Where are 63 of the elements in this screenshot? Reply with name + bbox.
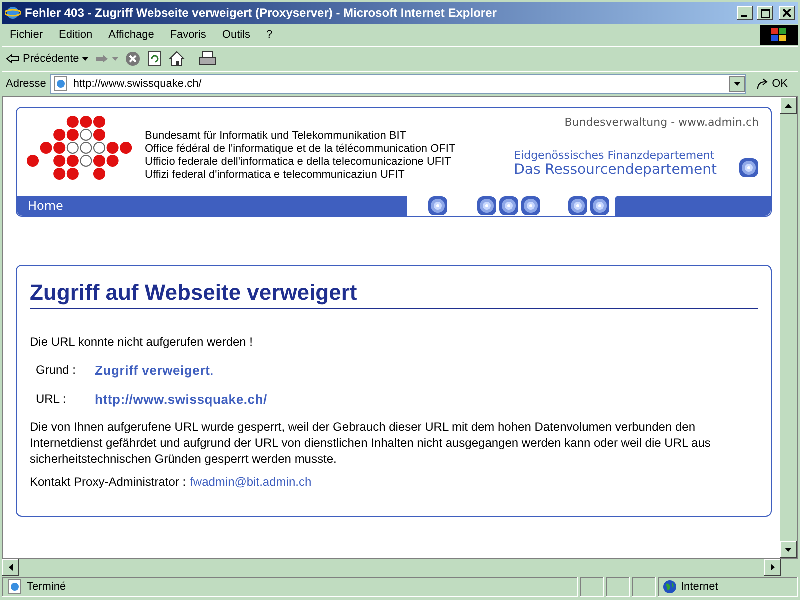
scroll-right-icon bbox=[770, 564, 774, 571]
round-button[interactable] bbox=[477, 196, 497, 216]
error-heading: Zugriff auf Webseite verweigert bbox=[30, 280, 758, 309]
round-button[interactable] bbox=[590, 196, 610, 216]
contact-label: Kontakt Proxy-Administrator : bbox=[30, 475, 186, 489]
field-value: Zugriff verweigert. bbox=[95, 363, 214, 378]
organization-name: Uffizi federal d'informatica e telecommunicaziun UFIT bbox=[145, 169, 406, 182]
maximize-button[interactable] bbox=[757, 6, 773, 20]
scroll-down-icon bbox=[785, 548, 792, 552]
refresh-button[interactable] bbox=[147, 51, 164, 67]
scroll-left-icon bbox=[8, 564, 12, 571]
vertical-scrollbar[interactable] bbox=[780, 97, 797, 558]
dropdown-button[interactable] bbox=[729, 76, 746, 92]
menu-item[interactable]: Affichage bbox=[100, 29, 162, 41]
windows-logo-icon bbox=[760, 25, 798, 45]
close-icon bbox=[783, 9, 791, 17]
round-button[interactable] bbox=[499, 196, 519, 216]
status-text: Terminé bbox=[27, 581, 66, 593]
address-field[interactable]: http://www.swissquake.ch/ bbox=[50, 74, 746, 94]
explanation-text: Die von Ihnen aufgerufene URL wurde gesperrt, weil der Gebrauch dieser URL mit dem hohen Datenvolumen verbunden den Internetdienst gefährdet und aufgrund der URL von dienstlichen Inhalten nicht ausgegangen werden kann oder weil die URL aus sicherheitstechnischen Gründen gesperrt werden musste. bbox=[30, 419, 712, 467]
globe-icon bbox=[663, 580, 677, 594]
status-pane bbox=[632, 577, 656, 597]
page-icon bbox=[53, 76, 70, 92]
maximize-icon bbox=[760, 8, 770, 18]
home-link[interactable]: Home bbox=[17, 196, 407, 216]
round-button[interactable] bbox=[568, 196, 588, 216]
department-name: Eidgenössisches Finanzdepartement bbox=[514, 149, 716, 162]
organization-name: Office fédéral de l'informatique et de la télécommunication OFIT bbox=[145, 143, 456, 156]
field-label: URL : bbox=[36, 392, 68, 407]
menu-item[interactable]: Favoris bbox=[162, 29, 214, 41]
security-zone: Internet bbox=[681, 581, 718, 593]
organization-name: Bundesamt für Informatik und Telekommunikation BIT bbox=[145, 130, 408, 143]
minimize-button[interactable] bbox=[737, 6, 753, 20]
browser-icon bbox=[5, 5, 21, 21]
admin-link[interactable]: Bundesverwaltung - www.admin.ch bbox=[564, 116, 759, 129]
go-button[interactable]: OK bbox=[750, 78, 794, 90]
round-button[interactable] bbox=[428, 196, 448, 216]
caret-icon bbox=[734, 82, 741, 86]
organization-name: Ufficio federale dell'informatica e della telecomunicazione UFIT bbox=[145, 156, 452, 169]
go-arrow-icon bbox=[756, 78, 770, 90]
menu-item[interactable]: Fichier bbox=[2, 29, 52, 41]
back-button[interactable]: Précédente bbox=[6, 53, 90, 65]
menu-item[interactable]: ? bbox=[258, 29, 281, 41]
stop-button[interactable] bbox=[125, 51, 142, 67]
scroll-up-icon bbox=[785, 104, 792, 108]
menu-item[interactable]: Outils bbox=[214, 29, 259, 41]
back-arrow-icon bbox=[6, 54, 20, 64]
field-label: Grund : bbox=[36, 363, 78, 378]
address-label: Adresse bbox=[6, 78, 46, 90]
menu-item[interactable]: Edition bbox=[51, 29, 101, 41]
window-title: Fehler 403 - Zugriff Webseite verweigert (Proxyserver) - Microsoft Internet Explorer bbox=[25, 6, 498, 20]
email-link[interactable]: fwadmin@bit.admin.ch bbox=[190, 475, 312, 489]
caret-icon bbox=[82, 57, 90, 61]
round-button[interactable] bbox=[739, 158, 759, 178]
department-title: Das Ressourcendepartement bbox=[514, 162, 717, 178]
status-pane bbox=[606, 577, 630, 597]
home-button[interactable] bbox=[169, 51, 186, 67]
close-button[interactable] bbox=[779, 6, 795, 20]
field-value: http://www.swissquake.ch/ bbox=[95, 392, 268, 407]
error-message: Die URL konnte nicht aufgerufen werden ! bbox=[30, 335, 254, 349]
print-button[interactable] bbox=[199, 51, 218, 67]
status-pane bbox=[580, 577, 604, 597]
round-button[interactable] bbox=[521, 196, 541, 216]
